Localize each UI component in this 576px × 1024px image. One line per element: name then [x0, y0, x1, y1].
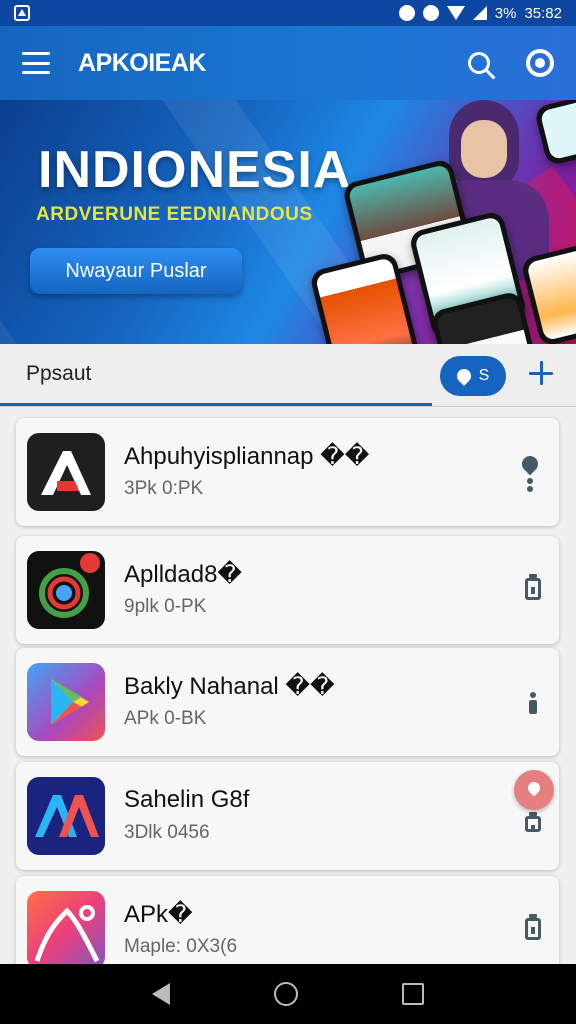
- app-bar: APKOIEAK: [0, 26, 576, 100]
- wifi-icon: [446, 6, 465, 20]
- app-meta: 3Dlk 0456: [124, 822, 210, 843]
- list-item[interactable]: Bakly Nahanal �� APk 0-BK: [16, 648, 559, 756]
- back-icon[interactable]: [152, 983, 170, 1005]
- settings-status-icon: [422, 5, 439, 21]
- app-meta: 9plk 0-PK: [124, 596, 207, 617]
- location-pin-icon: [453, 366, 474, 386]
- list-item[interactable]: Ahpuhyispliannap �� 3Pk 0:PK: [16, 418, 559, 526]
- list-item[interactable]: Aplldad8� 9plk 0-PK: [16, 536, 559, 644]
- system-nav-bar: [0, 964, 576, 1024]
- banner-cta-button[interactable]: Nwayaur Puslar: [30, 248, 242, 294]
- filter-chip-label: S: [478, 367, 490, 384]
- color-wheel-icon: [27, 551, 105, 629]
- account-icon[interactable]: [526, 49, 554, 77]
- download-icon[interactable]: [525, 918, 541, 940]
- recent-apps-icon[interactable]: [402, 983, 424, 1005]
- play-store-icon: [27, 663, 105, 741]
- aa-logo-icon: [27, 777, 105, 855]
- battery-level: 3%: [494, 4, 517, 22]
- promo-banner[interactable]: INDIONESIA ARDVERUNE EEDNIANDOUS Nwayaur…: [0, 100, 576, 344]
- download-icon[interactable]: [525, 816, 541, 832]
- location-info-icon[interactable]: [518, 452, 542, 492]
- app-name: Bakly Nahanal ��: [124, 673, 335, 700]
- app-title: APKOIEAK: [78, 48, 206, 77]
- app-name: Sahelin G8f: [124, 786, 250, 813]
- alarm-icon: [398, 5, 415, 21]
- download-icon[interactable]: [525, 578, 541, 600]
- app-meta: Maple: 0X3(6: [124, 936, 238, 957]
- banner-subtitle: ARDVERUNE EEDNIANDOUS: [36, 204, 313, 225]
- add-icon[interactable]: [528, 360, 554, 386]
- signal-icon: [472, 6, 487, 20]
- menu-icon[interactable]: [22, 52, 50, 74]
- banner-title: INDIONESIA: [38, 141, 352, 199]
- app-name: Ahpuhyispliannap ��: [124, 443, 370, 470]
- filter-chip[interactable]: S: [440, 356, 506, 396]
- tab-indicator: [0, 403, 432, 406]
- floating-location-button[interactable]: [514, 770, 554, 810]
- list-item[interactable]: APk� Maple: 0X3(6: [16, 876, 559, 976]
- status-bar: 3% 35:82: [0, 0, 576, 26]
- app-name: Aplldad8�: [124, 561, 243, 588]
- info-icon[interactable]: [529, 692, 537, 714]
- red-a-logo-icon: [27, 433, 105, 511]
- notification-icon: [14, 5, 30, 21]
- list-item[interactable]: Sahelin G8f 3Dlk 0456: [16, 762, 559, 870]
- search-icon[interactable]: [468, 52, 490, 74]
- home-icon[interactable]: [274, 982, 298, 1006]
- clock: 35:82: [524, 4, 562, 22]
- app-meta: 3Pk 0:PK: [124, 478, 204, 499]
- tab-popular[interactable]: Ppsaut: [26, 362, 91, 386]
- app-name: APk�: [124, 901, 193, 928]
- app-meta: APk 0-BK: [124, 708, 207, 729]
- gallery-art-icon: [27, 891, 105, 969]
